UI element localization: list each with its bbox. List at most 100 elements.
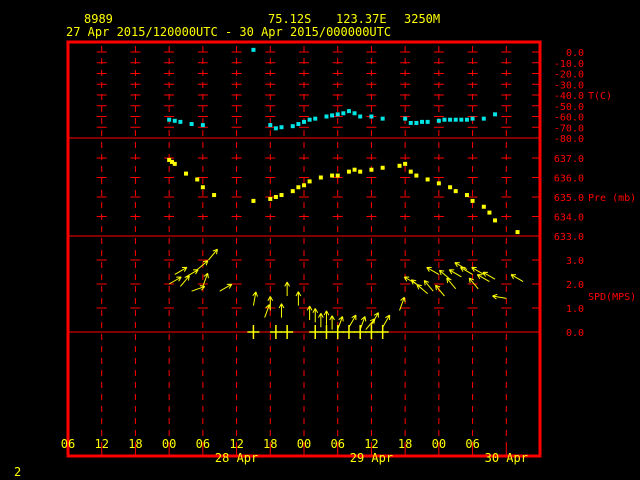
x-tick-label: 12	[229, 437, 243, 451]
wind-arrow	[295, 291, 302, 306]
x-tick-label: 00	[297, 437, 311, 451]
temperature-point	[369, 114, 374, 119]
pressure-point	[515, 230, 520, 235]
wind-arrow	[168, 276, 182, 285]
pressure-point	[302, 183, 306, 188]
pressure-point	[481, 204, 486, 209]
temperature-point	[493, 112, 498, 117]
calm-marker	[342, 325, 355, 339]
x-tick-label: 00	[432, 437, 446, 451]
y-tick-label: -10.0	[554, 59, 584, 70]
wind-arrow	[359, 316, 367, 330]
pressure-point	[273, 195, 278, 199]
temperature-point	[279, 125, 284, 130]
temperature-point	[290, 124, 295, 129]
temperature-point	[178, 119, 183, 124]
temperature-point	[464, 117, 469, 122]
wind-arrow	[468, 277, 479, 290]
temperature-point	[459, 117, 464, 122]
pressure-point	[212, 193, 217, 198]
x-tick-label: 18	[398, 437, 412, 451]
pressure-point	[408, 169, 413, 174]
x-tick-label: 00	[162, 437, 176, 451]
x-day-label: 29 Apr	[350, 451, 393, 465]
y-tick-label: 635.0	[554, 193, 584, 204]
pressure-point	[172, 161, 177, 166]
temperature-point	[403, 116, 408, 121]
y-tick-label: 3.0	[566, 256, 584, 267]
wind-arrow	[348, 314, 357, 328]
pressure-point	[346, 169, 351, 174]
pressure-point	[307, 179, 312, 184]
pressure-point	[268, 196, 273, 201]
wind-arrow	[510, 274, 524, 283]
x-tick-label: 18	[263, 437, 277, 451]
wind-arrow	[423, 280, 434, 292]
wind-arrow	[323, 310, 330, 325]
pressure-point	[251, 198, 256, 203]
x-tick-label: 06	[465, 437, 479, 451]
meteogram-chart: 0.0-10.0-20.0-30.0-40.0-50.0-60.0-70.0-8…	[61, 40, 636, 465]
y-tick-label: -40.0	[554, 91, 584, 102]
x-day-label: 30 Apr	[485, 451, 528, 465]
pressure-point	[493, 218, 498, 223]
wind-arrow	[446, 277, 457, 290]
pressure-point	[318, 175, 323, 180]
wind-arrow	[337, 316, 344, 330]
wind-arrow	[329, 315, 335, 330]
temperature-point	[453, 117, 458, 122]
y-tick-label: -20.0	[554, 70, 584, 81]
panel-label: SPD(MPS)	[588, 292, 636, 303]
pressure-point	[436, 181, 441, 186]
calm-marker	[281, 325, 294, 339]
temperature-point	[352, 111, 357, 116]
y-tick-label: 633.0	[554, 232, 584, 243]
wind-arrow	[448, 269, 462, 278]
temperature-point	[341, 111, 346, 116]
wind-arrow	[284, 281, 290, 296]
temperature-point	[470, 116, 475, 121]
y-tick-label: 637.0	[554, 154, 584, 165]
wind-arrow	[278, 303, 285, 318]
temperature-point	[324, 114, 329, 119]
wind-arrow	[382, 314, 391, 328]
wind-arrow	[434, 284, 445, 297]
pressure-point	[369, 167, 374, 172]
wind-arrow	[219, 283, 233, 292]
y-tick-label: -60.0	[554, 113, 584, 124]
calm-marker	[269, 325, 282, 339]
wind-arrow	[471, 266, 485, 275]
temperature-point	[330, 113, 335, 118]
pressure-point	[414, 173, 419, 178]
pressure-point	[487, 210, 492, 215]
temperature-point	[420, 119, 424, 124]
temperature-point	[425, 119, 430, 124]
wind-arrow	[370, 312, 379, 326]
x-day-label: 28 Apr	[215, 451, 258, 465]
pressure-point	[279, 193, 284, 198]
x-tick-label: 12	[94, 437, 108, 451]
y-tick-label: -80.0	[554, 134, 584, 145]
calm-marker	[331, 325, 344, 339]
x-tick-label: 18	[128, 437, 142, 451]
temperature-point	[481, 116, 486, 121]
calm-marker	[365, 325, 378, 339]
pressure-point	[330, 173, 335, 178]
temperature-point	[251, 47, 256, 52]
pressure-point	[184, 171, 188, 176]
wind-arrow	[476, 274, 490, 283]
wind-arrow	[174, 266, 188, 275]
pressure-point	[296, 185, 301, 190]
temperature-point	[346, 109, 351, 114]
wind-arrow	[264, 304, 271, 318]
y-tick-label: 2.0	[566, 280, 584, 291]
wind-arrow	[208, 248, 218, 261]
wind-arrow	[438, 269, 451, 280]
y-tick-label: -50.0	[554, 102, 584, 113]
pressure-point	[335, 173, 340, 178]
wind-arrow	[492, 293, 507, 300]
pressure-point	[290, 189, 295, 194]
wind-arrow	[318, 312, 324, 328]
pressure-point	[470, 198, 475, 203]
panel-label: Pre (mb)	[588, 193, 636, 204]
